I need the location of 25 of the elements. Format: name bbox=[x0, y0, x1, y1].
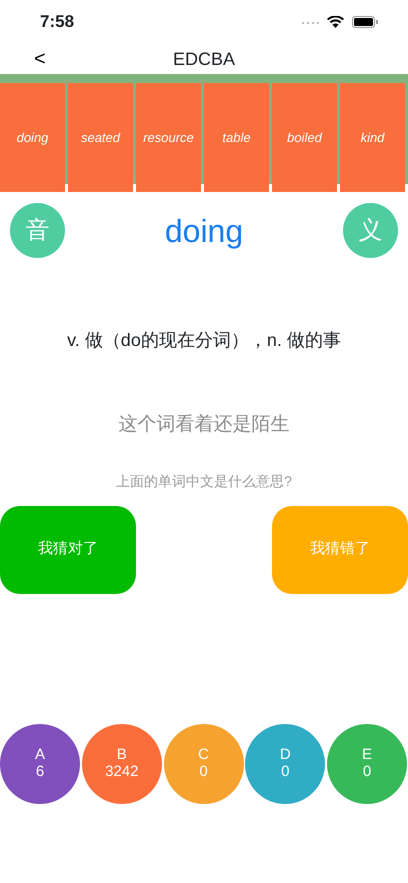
battery-icon bbox=[352, 16, 378, 28]
bucket-button[interactable]: D 0 bbox=[245, 724, 326, 804]
word-card[interactable]: table bbox=[204, 83, 269, 192]
meaning-button[interactable]: 义 bbox=[342, 203, 398, 258]
nav-title: EDCBA bbox=[172, 49, 235, 69]
question-text: 上面的单词中文是什么意思? bbox=[116, 472, 292, 488]
back-button[interactable]: < bbox=[34, 44, 46, 74]
definition-text: v. 做（do的现在分词），n. 做的事 bbox=[67, 330, 341, 350]
bucket-button[interactable]: A 6 bbox=[0, 724, 80, 804]
word-card[interactable]: seated bbox=[68, 83, 133, 192]
bucket-button[interactable]: E 0 bbox=[327, 724, 407, 804]
word-card[interactable]: resource bbox=[136, 83, 201, 192]
bucket-button[interactable]: C 0 bbox=[164, 724, 244, 804]
bucket-button[interactable]: B 3242 bbox=[82, 724, 162, 804]
answer-button[interactable]: 我猜错了 bbox=[272, 506, 408, 594]
signal-icon bbox=[302, 20, 319, 24]
wifi-icon bbox=[327, 16, 344, 28]
answer-button[interactable]: 我猜对了 bbox=[0, 506, 136, 594]
word-card[interactable]: doing bbox=[0, 83, 65, 192]
status-time: 7:58 bbox=[40, 11, 74, 34]
word-heading: doing bbox=[164, 212, 244, 251]
hint-text: 这个词看着还是陌生 bbox=[118, 414, 290, 435]
word-card[interactable]: boiled bbox=[272, 83, 337, 192]
word-card[interactable]: kind bbox=[340, 83, 405, 192]
sound-button[interactable]: 音 bbox=[10, 203, 65, 258]
